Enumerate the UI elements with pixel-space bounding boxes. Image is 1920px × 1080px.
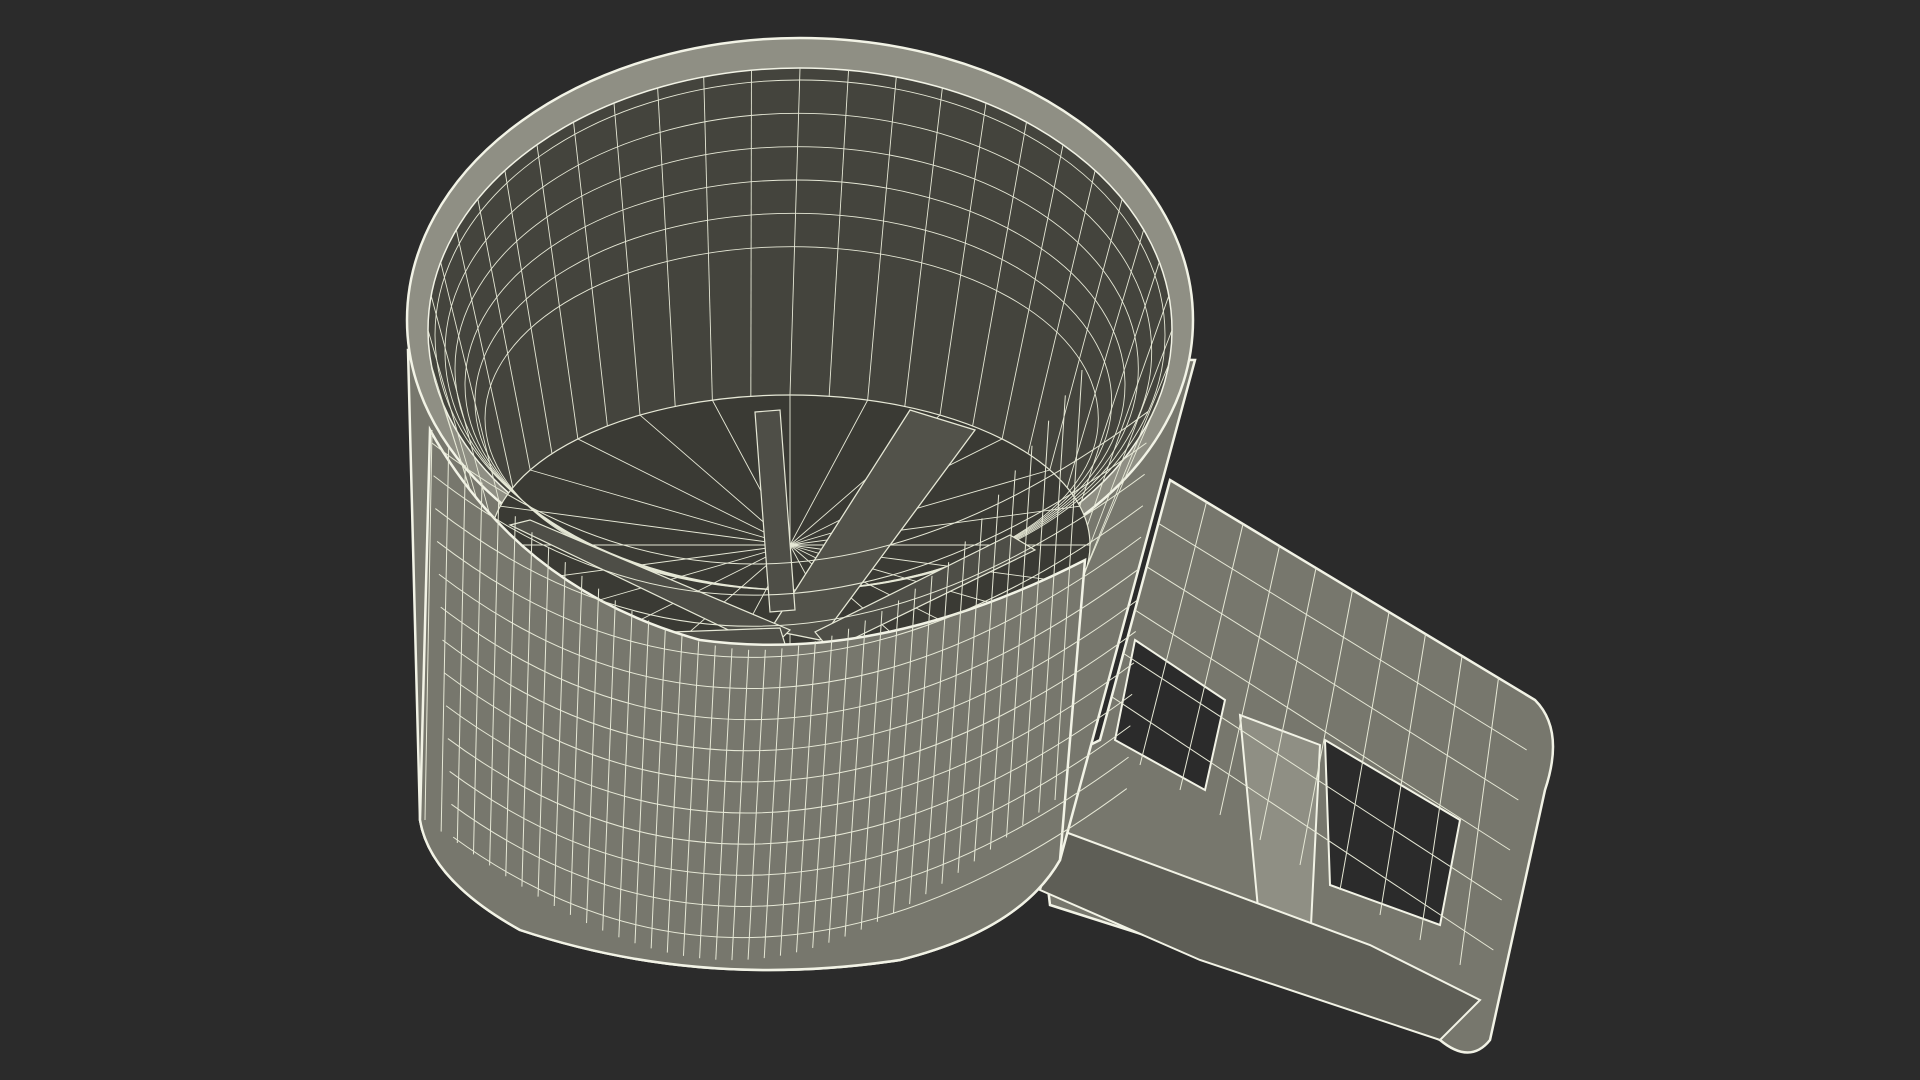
sifter-model [0,0,1920,1080]
render-viewport [0,0,1920,1080]
mesh-edge [750,70,752,397]
